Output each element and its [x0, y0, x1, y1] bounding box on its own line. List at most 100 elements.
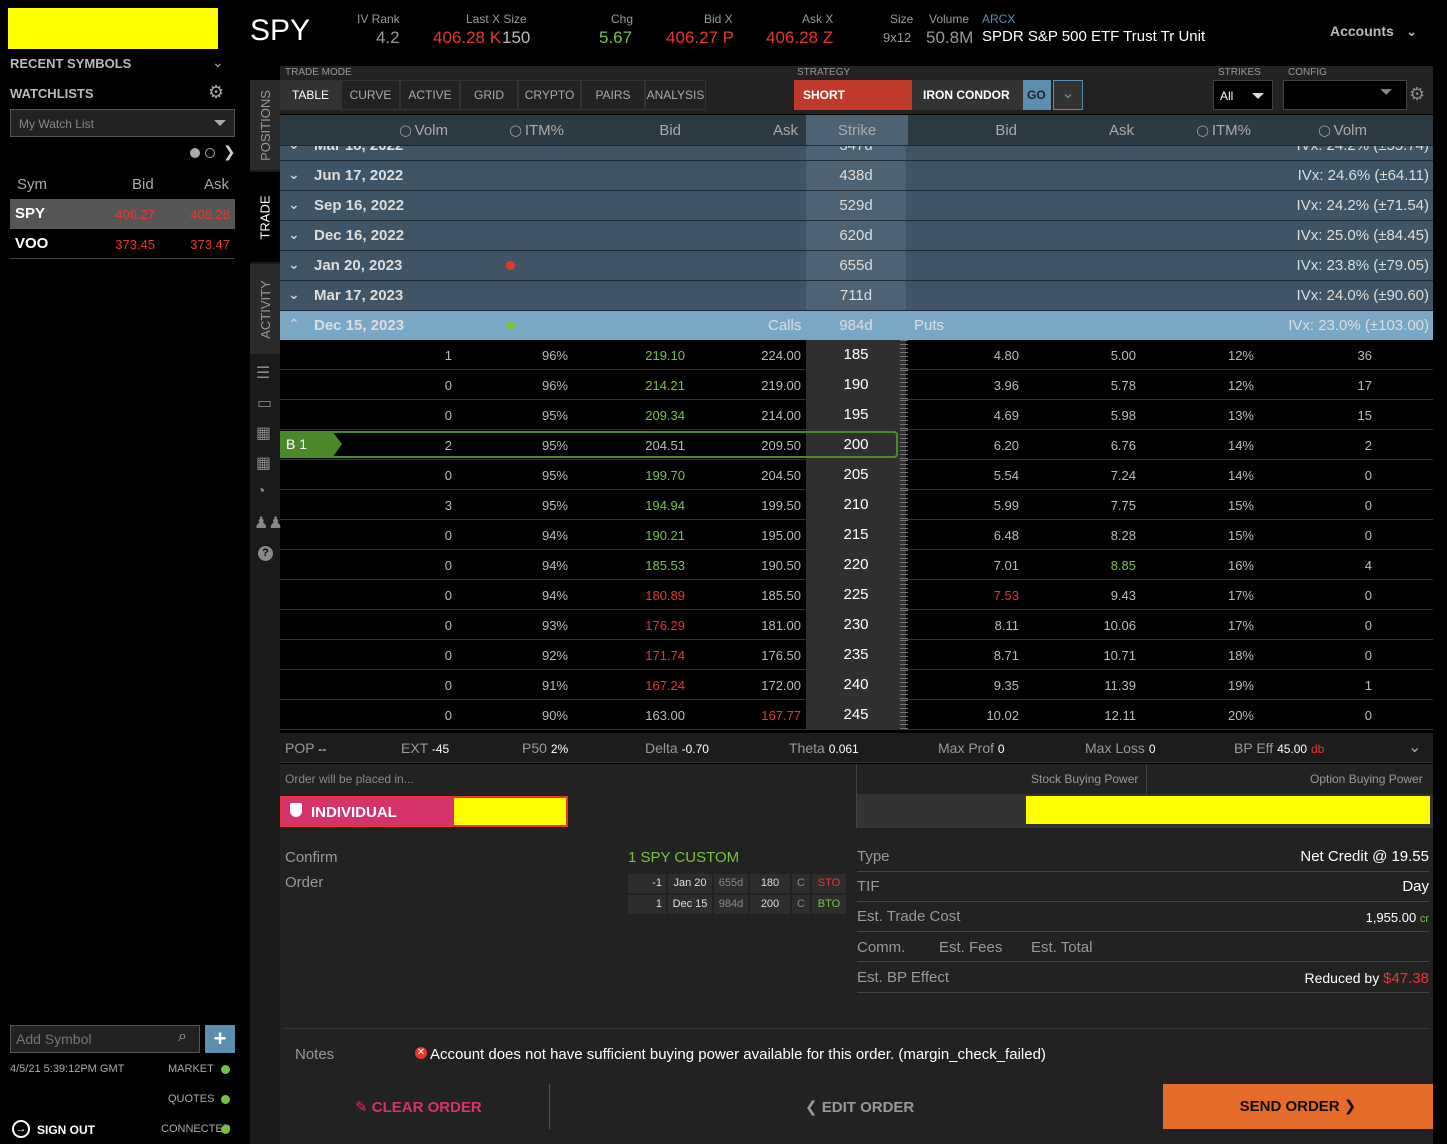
call-itm[interactable]: 95%	[456, 468, 568, 483]
put-bid[interactable]: 8.71	[908, 648, 1019, 663]
strategy-select[interactable]: IRON CONDOR	[912, 80, 1023, 110]
put-ask[interactable]: 5.00	[1025, 348, 1136, 363]
put-bid[interactable]: 5.99	[908, 498, 1019, 513]
call-ask[interactable]: 199.50	[689, 498, 801, 513]
tab-trade[interactable]: TRADE	[250, 172, 280, 262]
put-ask[interactable]: 8.28	[1025, 528, 1136, 543]
put-itm[interactable]: 17%	[1144, 618, 1254, 633]
call-bid[interactable]: 194.94	[572, 498, 685, 513]
call-bid[interactable]: 163.00	[572, 708, 685, 723]
call-bid[interactable]: 185.53	[572, 558, 685, 573]
put-bid[interactable]: 6.48	[908, 528, 1019, 543]
strike-price[interactable]: 225	[806, 580, 906, 610]
watchlist-row-spy[interactable]: SPY 406.27 406.28	[10, 199, 235, 229]
trade-mode-tab-analysis[interactable]: ANALYSIS	[645, 80, 706, 110]
order-leg-dte[interactable]: 655d	[714, 874, 748, 893]
call-volume[interactable]: 0	[340, 588, 452, 603]
order-leg-strike[interactable]: 200	[750, 895, 790, 914]
page-dot[interactable]	[205, 148, 215, 158]
put-volume[interactable]: 17	[1260, 378, 1372, 393]
recent-symbols-header[interactable]: RECENT SYMBOLS	[10, 56, 131, 71]
option-row[interactable]: 0 95% 199.70 204.50 205 5.54 7.24 14% 0	[280, 460, 1433, 490]
expiration-row[interactable]: ⌄ Sep 16, 2022 529d IVx: 24.2% (±71.54)	[280, 190, 1433, 221]
symbol-title[interactable]: SPY	[250, 14, 310, 48]
call-itm[interactable]: 90%	[456, 708, 568, 723]
call-ask[interactable]: 176.50	[689, 648, 801, 663]
call-volume[interactable]: 0	[340, 378, 452, 393]
put-ask[interactable]: 12.11	[1025, 708, 1136, 723]
expiration-row[interactable]: ⌄ Jun 17, 2022 438d IVx: 24.6% (±64.11)	[280, 160, 1433, 191]
put-itm[interactable]: 19%	[1144, 678, 1254, 693]
col-put-volm[interactable]: ◯ Volm	[1259, 115, 1375, 145]
option-row[interactable]: 1 96% 219.10 224.00 185 4.80 5.00 12% 36	[280, 340, 1433, 370]
put-bid[interactable]: 7.53	[908, 588, 1019, 603]
calendar-icon[interactable]: ▦	[256, 423, 271, 443]
put-volume[interactable]: 0	[1260, 468, 1372, 483]
gear-icon[interactable]: ⚙	[1409, 84, 1425, 105]
put-ask[interactable]: 6.76	[1025, 438, 1136, 453]
help-icon[interactable]: ?	[258, 546, 273, 561]
put-itm[interactable]: 20%	[1144, 708, 1254, 723]
expiration-row[interactable]: ⌄ Jan 20, 2023 655d IVx: 23.8% (±79.05)	[280, 250, 1433, 281]
col-call-volm[interactable]: ◯ Volm	[340, 115, 456, 145]
put-bid[interactable]: 8.11	[908, 618, 1019, 633]
chevron-down-icon[interactable]: ⌄	[288, 226, 300, 243]
put-volume[interactable]: 0	[1260, 618, 1372, 633]
trade-mode-tab-pairs[interactable]: PAIRS	[581, 80, 645, 110]
call-itm[interactable]: 94%	[456, 588, 568, 603]
put-volume[interactable]: 2	[1260, 438, 1372, 453]
order-leg-action[interactable]: BTO	[812, 895, 846, 914]
put-bid[interactable]: 4.80	[908, 348, 1019, 363]
strike-price[interactable]: 235	[806, 640, 906, 670]
option-row[interactable]: 0 92% 171.74 176.50 235 8.71 10.71 18% 0	[280, 640, 1433, 670]
call-itm[interactable]: 93%	[456, 618, 568, 633]
call-ask[interactable]: 181.00	[689, 618, 801, 633]
expiration-row[interactable]: ⌃ Dec 15, 2023 984d IVx: 23.0% (±103.00) Cal…	[280, 310, 1433, 341]
type-value[interactable]: Net Credit @ 19.55	[1300, 848, 1429, 865]
call-itm[interactable]: 96%	[456, 348, 568, 363]
expiration-row[interactable]: ⌄ Mar 17, 2023 711d IVx: 24.0% (±90.60)	[280, 280, 1433, 311]
call-itm[interactable]: 91%	[456, 678, 568, 693]
put-volume[interactable]: 4	[1260, 558, 1372, 573]
put-itm[interactable]: 12%	[1144, 348, 1254, 363]
col-put-ask[interactable]: Ask	[1025, 115, 1142, 145]
clear-order-button[interactable]: ✎ CLEAR ORDER	[355, 1098, 482, 1116]
order-leg-action[interactable]: STO	[812, 874, 846, 893]
dashboard-icon[interactable]: ◔	[256, 483, 266, 501]
add-symbol-input[interactable]	[10, 1025, 200, 1053]
call-bid[interactable]: 190.21	[572, 528, 685, 543]
trade-mode-tab-table[interactable]: TABLE	[280, 80, 341, 110]
put-bid[interactable]: 7.01	[908, 558, 1019, 573]
order-leg-qty[interactable]: 1	[628, 895, 666, 914]
strike-price[interactable]: 220	[806, 550, 906, 580]
account-select[interactable]: INDIVIDUAL	[280, 796, 568, 827]
put-volume[interactable]: 1	[1260, 678, 1372, 693]
strategy-dropdown-button[interactable]: ⌄	[1053, 80, 1083, 110]
order-leg-strike[interactable]: 180	[750, 874, 790, 893]
trade-mode-tab-crypto[interactable]: CRYPTO	[518, 80, 581, 110]
put-volume[interactable]: 0	[1260, 498, 1372, 513]
option-row[interactable]: 0 96% 214.21 219.00 190 3.96 5.78 12% 17	[280, 370, 1433, 400]
watchlist-select[interactable]: My Watch List	[10, 109, 235, 137]
list-icon[interactable]: ☰	[256, 363, 270, 383]
put-ask[interactable]: 11.39	[1025, 678, 1136, 693]
put-bid[interactable]: 10.02	[908, 708, 1019, 723]
call-ask[interactable]: 185.50	[689, 588, 801, 603]
strike-price[interactable]: 210	[806, 490, 906, 520]
tab-positions[interactable]: POSITIONS	[250, 80, 280, 170]
put-volume[interactable]: 0	[1260, 528, 1372, 543]
chevron-down-icon[interactable]: ⌄	[212, 54, 224, 71]
call-ask[interactable]: 190.50	[689, 558, 801, 573]
sign-out-button[interactable]: SIGN OUT	[37, 1123, 95, 1137]
put-ask[interactable]: 9.43	[1025, 588, 1136, 603]
tab-activity[interactable]: ACTIVITY	[250, 264, 280, 354]
option-row[interactable]: 3 95% 194.94 199.50 210 5.99 7.75 15% 0	[280, 490, 1433, 520]
watchlist-col-ask[interactable]: Ask	[204, 176, 229, 193]
call-bid[interactable]: 171.74	[572, 648, 685, 663]
call-itm[interactable]: 95%	[456, 408, 568, 423]
put-itm[interactable]: 14%	[1144, 468, 1254, 483]
put-itm[interactable]: 17%	[1144, 588, 1254, 603]
strikes-select[interactable]: All	[1213, 80, 1273, 110]
call-volume[interactable]: 1	[340, 348, 452, 363]
put-itm[interactable]: 15%	[1144, 528, 1254, 543]
